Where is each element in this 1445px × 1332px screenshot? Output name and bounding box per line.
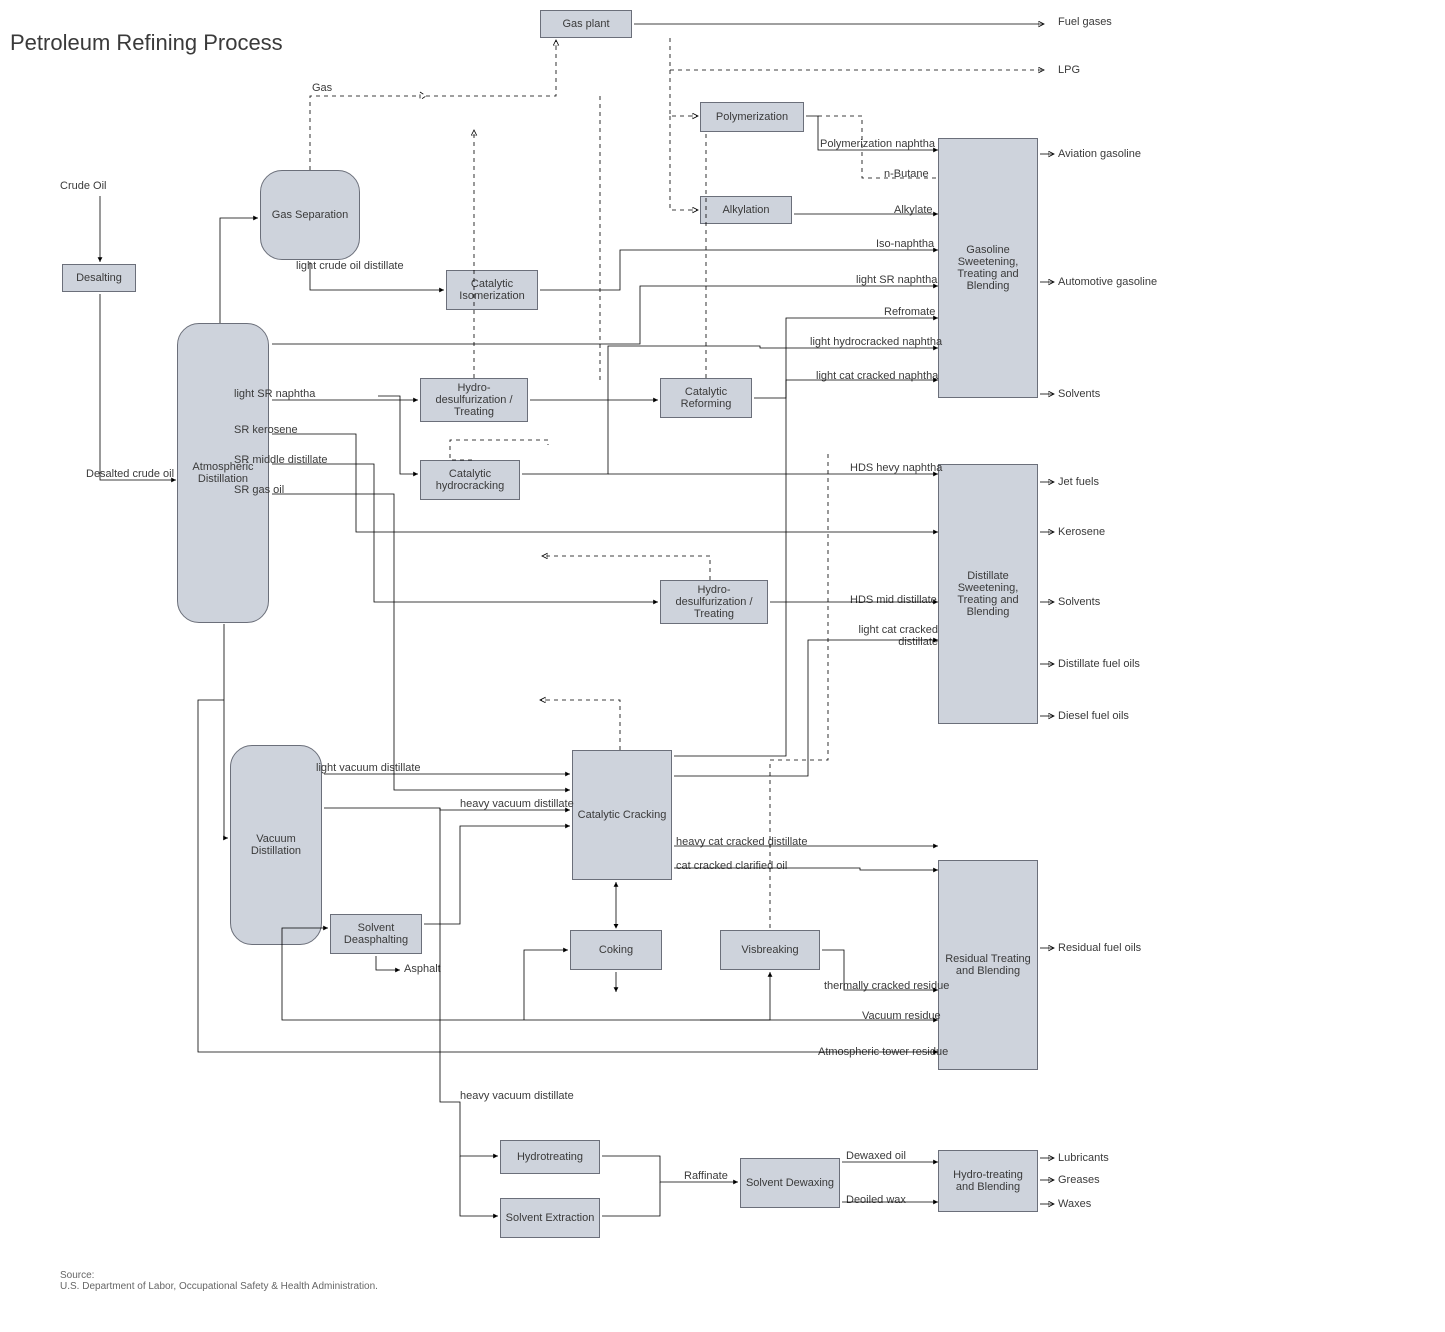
connectors-svg: [0, 0, 1445, 1332]
diagram-canvas: Petroleum Refining Process Desalting Gas…: [0, 0, 1445, 1332]
